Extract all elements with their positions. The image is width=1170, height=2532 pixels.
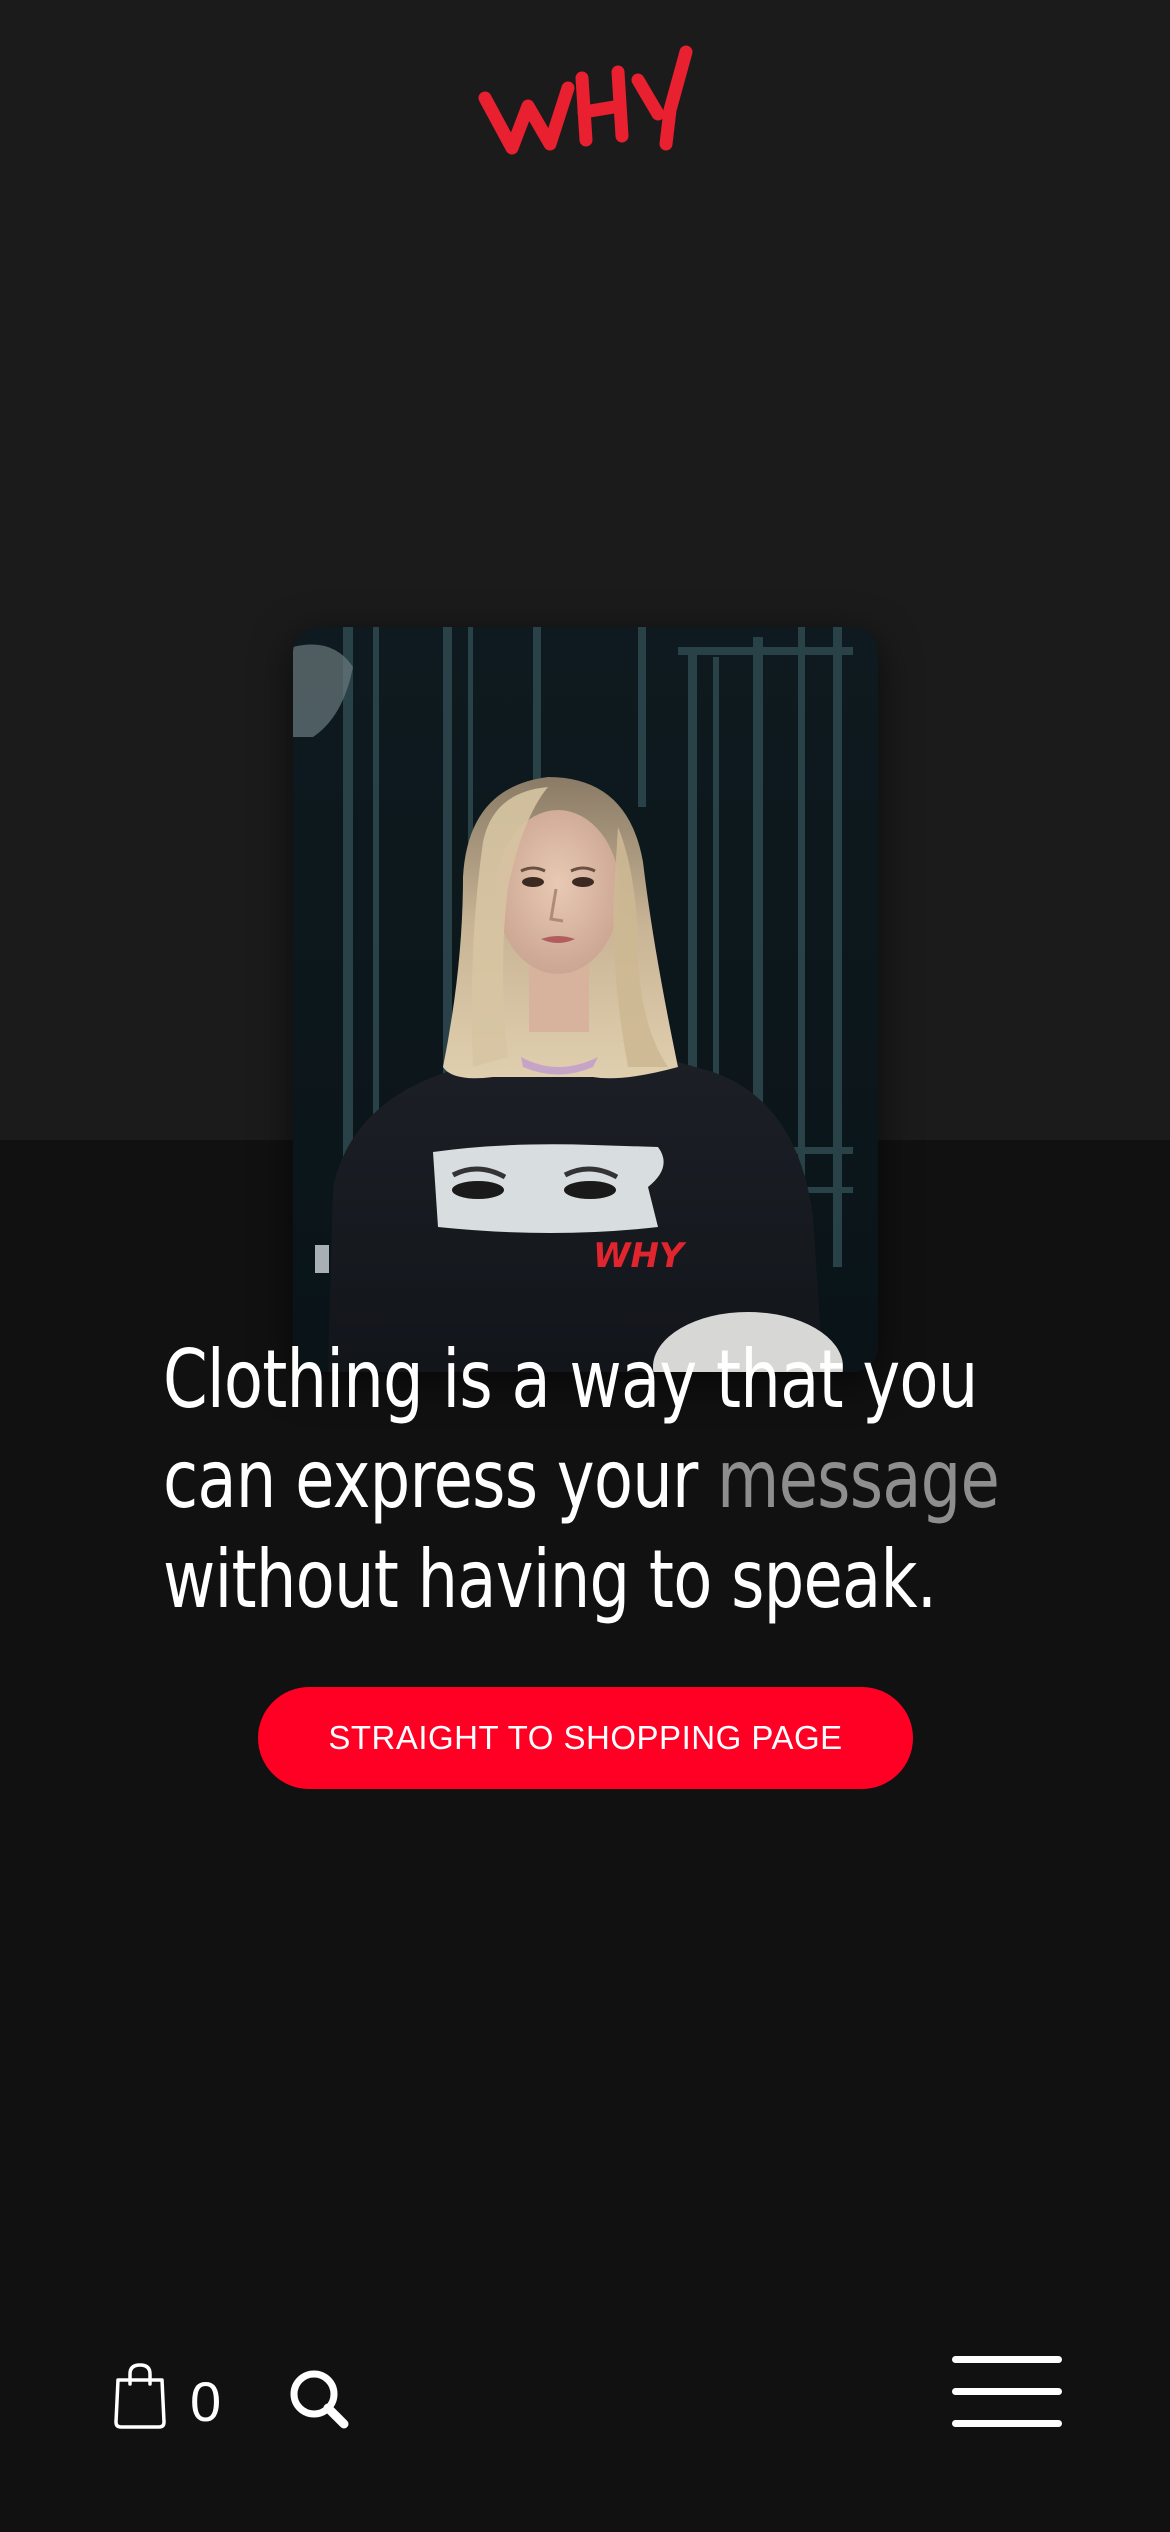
menu-bar	[952, 2388, 1062, 2395]
cart-count: 0	[190, 2370, 222, 2433]
sweatshirt-print-text: WHY	[593, 1236, 687, 1276]
headline-line-3: without having to speak.	[163, 1533, 937, 1626]
menu-bar	[952, 2356, 1062, 2363]
headline-line-2: can express your	[163, 1433, 718, 1526]
hero-photo-illustration: WHY	[293, 627, 878, 1372]
search-icon[interactable]	[288, 2368, 352, 2432]
hero-headline: Clothing is a way that you can express y…	[163, 1330, 1000, 1630]
headline-highlight: message	[717, 1433, 1000, 1526]
shop-now-button-label: STRAIGHT TO SHOPPING PAGE	[328, 1719, 843, 1756]
hamburger-menu-icon[interactable]	[952, 2352, 1062, 2432]
shopping-bag-icon[interactable]	[112, 2362, 168, 2430]
why-logo-mark	[478, 45, 693, 155]
shop-now-button[interactable]: STRAIGHT TO SHOPPING PAGE	[258, 1687, 913, 1789]
brand-logo[interactable]	[470, 40, 700, 170]
headline-line-1: Clothing is a way that you	[163, 1333, 978, 1426]
menu-bar	[952, 2420, 1062, 2427]
hero-image: WHY	[293, 627, 878, 1372]
